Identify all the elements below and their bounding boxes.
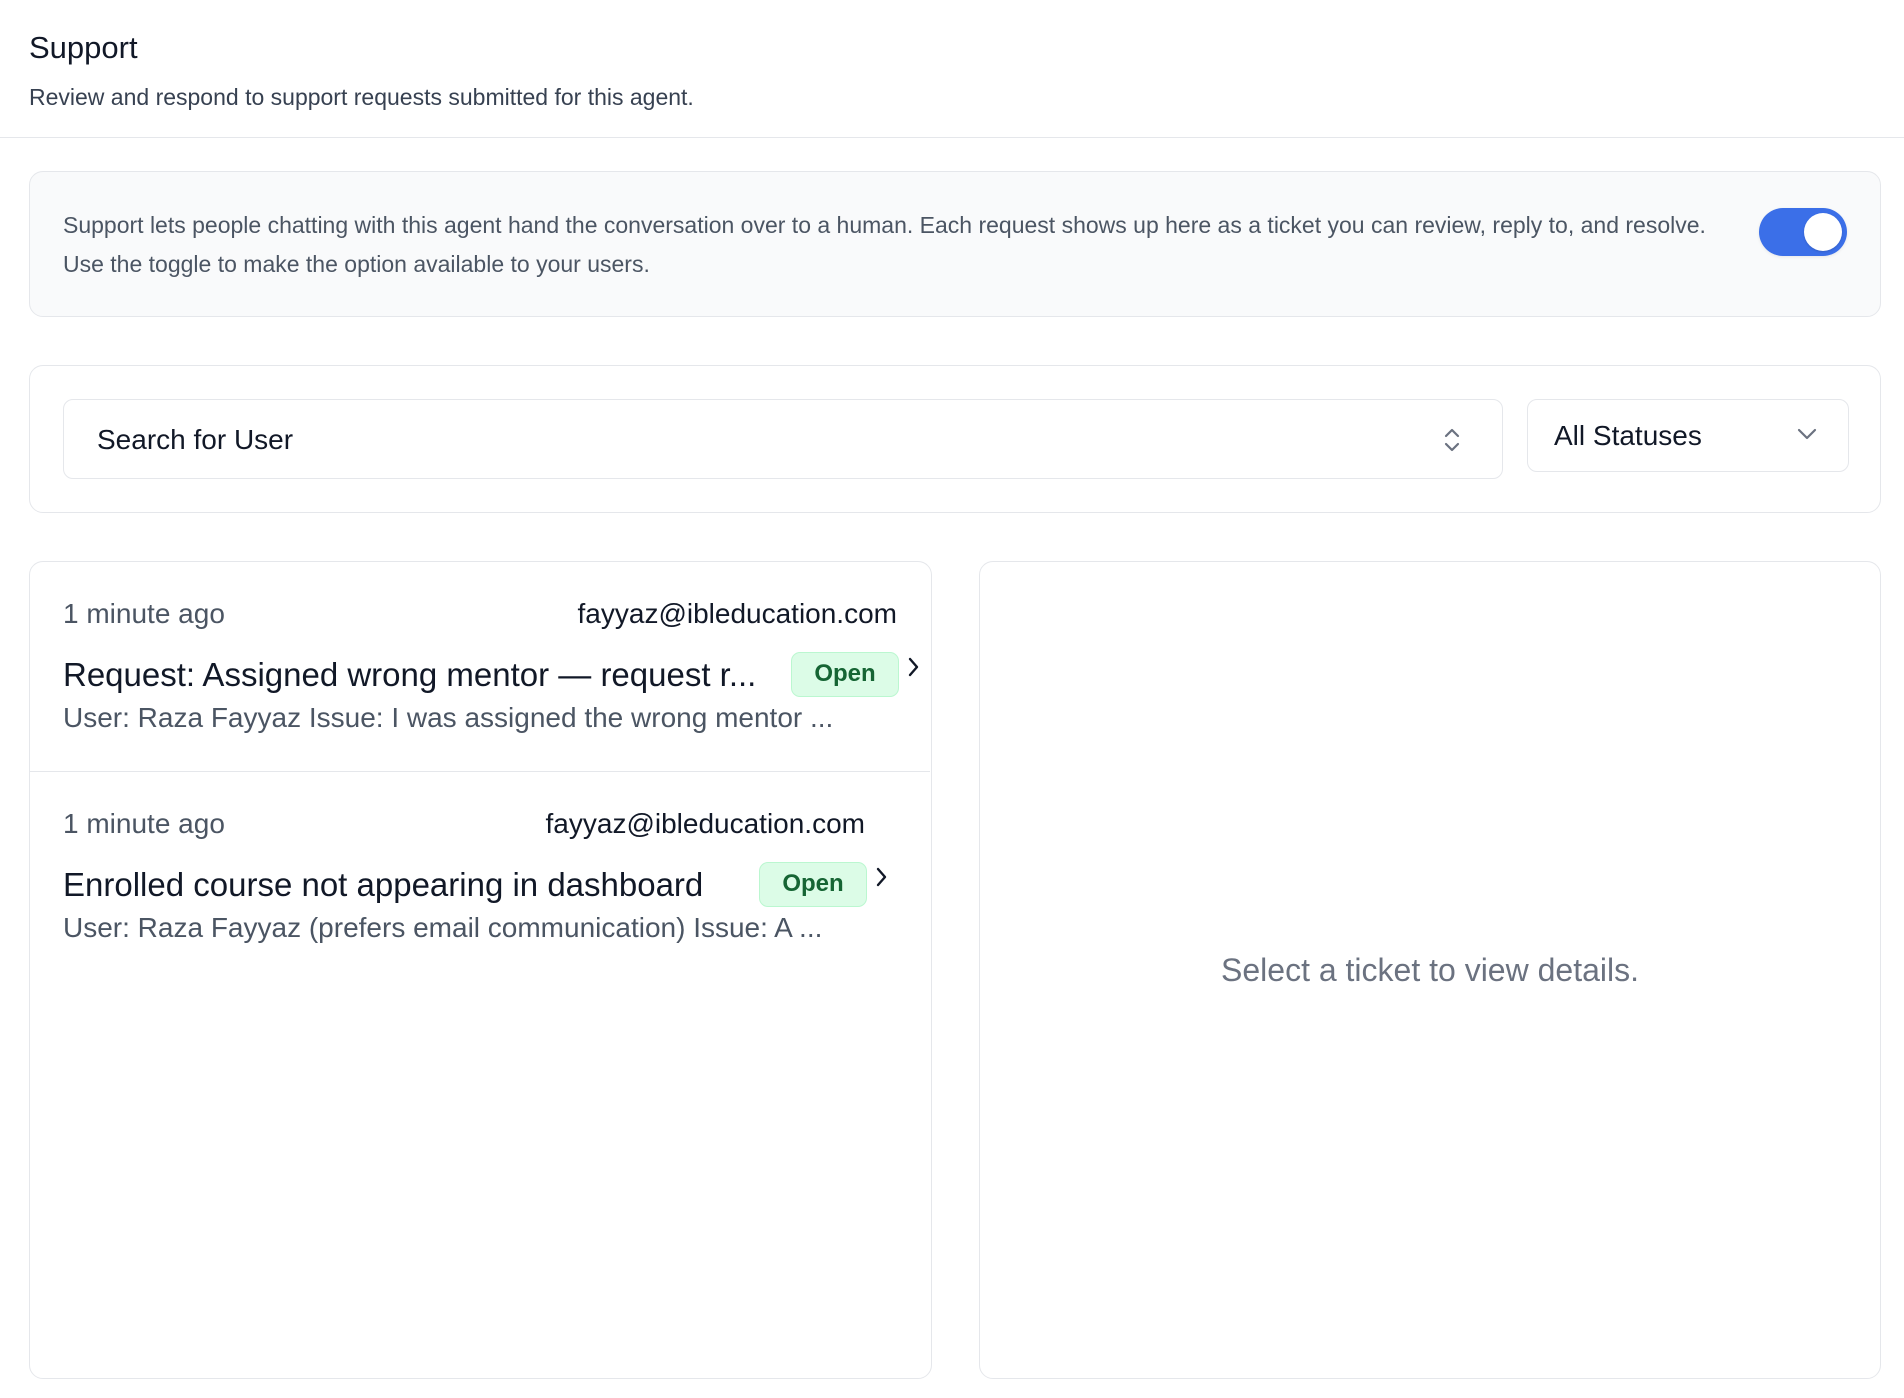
ticket-status-badge: Open: [791, 652, 899, 697]
ticket-user-email: fayyaz@ibleducation.com: [577, 598, 897, 629]
ticket-status-badge: Open: [759, 862, 867, 907]
ticket-list-item[interactable]: 1 minute ago fayyaz@ibleducation.com Req…: [30, 562, 930, 772]
page-subtitle: Review and respond to support requests s…: [29, 84, 694, 110]
status-filter-select[interactable]: All Statuses: [1527, 399, 1849, 472]
chevron-up-down-icon: [1444, 428, 1460, 452]
ticket-description: User: Raza Fayyaz Issue: I was assigned …: [63, 702, 834, 733]
ticket-detail-panel: Select a ticket to view details.: [979, 561, 1881, 1379]
detail-empty-message: Select a ticket to view details.: [1221, 952, 1639, 988]
support-enabled-toggle[interactable]: [1759, 208, 1847, 256]
chevron-down-icon: [1797, 428, 1817, 440]
user-search-placeholder: Search for User: [97, 424, 294, 455]
ticket-list: 1 minute ago fayyaz@ibleducation.com Req…: [29, 561, 932, 1379]
chevron-right-icon: [908, 657, 919, 677]
chevron-right-icon: [876, 867, 887, 887]
user-search-combobox[interactable]: Search for User: [63, 399, 1503, 479]
page-header: Support Review and respond to support re…: [0, 0, 1904, 138]
ticket-user-email: fayyaz@ibleducation.com: [545, 808, 865, 839]
support-page: Support Review and respond to support re…: [0, 0, 1904, 1398]
ticket-title: Request: Assigned wrong mentor — request…: [63, 656, 757, 693]
support-info-text: Support lets people chatting with this a…: [63, 212, 1706, 277]
ticket-title: Enrolled course not appearing in dashboa…: [63, 866, 704, 903]
ticket-list-item[interactable]: 1 minute ago fayyaz@ibleducation.com Enr…: [30, 772, 930, 982]
toggle-knob: [1804, 213, 1842, 251]
support-info-card: Support lets people chatting with this a…: [29, 171, 1881, 317]
page-title: Support: [29, 30, 138, 65]
status-filter-value: All Statuses: [1554, 420, 1702, 451]
ticket-time: 1 minute ago: [63, 808, 225, 839]
ticket-description: User: Raza Fayyaz (prefers email communi…: [63, 912, 823, 943]
filter-bar: Search for User All Statuses: [29, 365, 1881, 513]
ticket-time: 1 minute ago: [63, 598, 225, 629]
